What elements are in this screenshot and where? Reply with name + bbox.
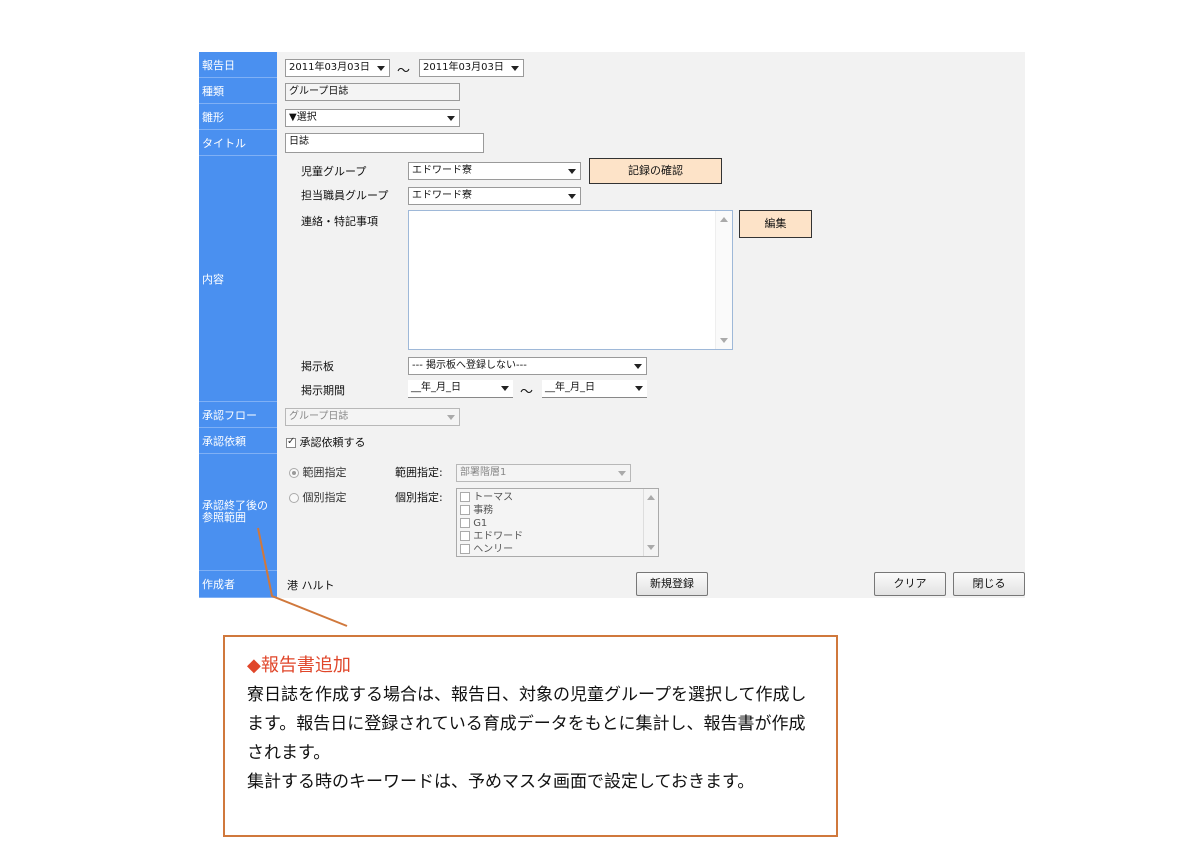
annotation-callout: ◆報告書追加 寮日誌を作成する場合は、報告日、対象の児童グループを選択して作成し… bbox=[223, 635, 838, 837]
callout-body: 寮日誌を作成する場合は、報告日、対象の児童グループを選択して作成します。報告日に… bbox=[247, 681, 819, 797]
callout-title: ◆報告書追加 bbox=[247, 655, 351, 676]
callout-paragraph-1: 寮日誌を作成する場合は、報告日、対象の児童グループを選択して作成します。報告日に… bbox=[247, 685, 807, 763]
callout-paragraph-2: 集計する時のキーワードは、予めマスタ画面で設定しておきます。 bbox=[247, 772, 755, 792]
